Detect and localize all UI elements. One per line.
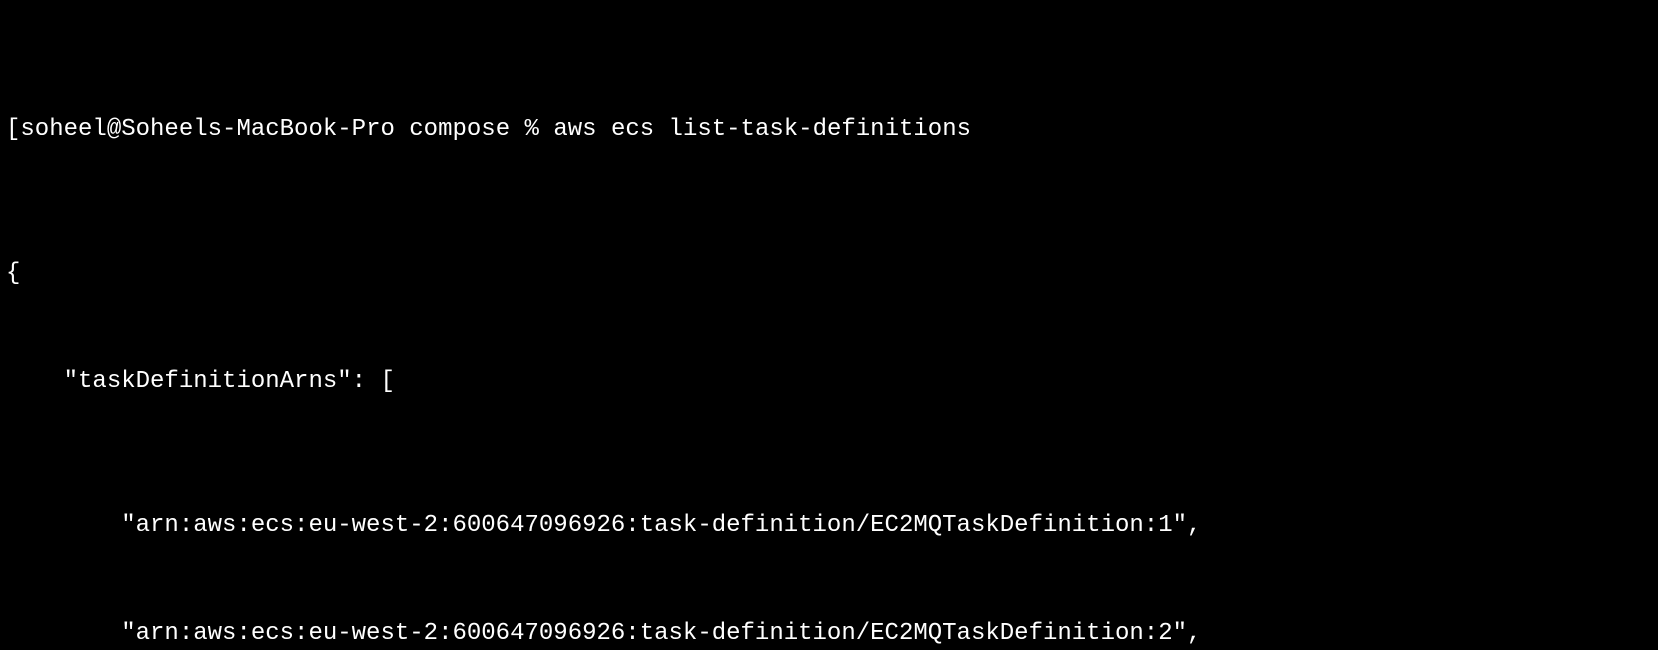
json-key-line: "taskDefinitionArns": [ — [6, 364, 1652, 400]
terminal-output: [soheel@Soheels-MacBook-Pro compose % aw… — [0, 0, 1658, 650]
prompt-user-host: soheel@Soheels-MacBook-Pro — [20, 116, 394, 143]
command-text: aws ecs list-task-definitions — [553, 116, 971, 143]
json-item: "arn:aws:ecs:eu-west-2:600647096926:task… — [6, 508, 1652, 544]
json-item: "arn:aws:ecs:eu-west-2:600647096926:task… — [6, 616, 1652, 650]
prompt-symbol: % — [525, 116, 539, 143]
prompt-bracket: [ — [6, 116, 20, 143]
prompt-cwd: compose — [409, 116, 510, 143]
json-open-brace: { — [6, 256, 1652, 292]
prompt-line: [soheel@Soheels-MacBook-Pro compose % aw… — [6, 112, 1652, 148]
